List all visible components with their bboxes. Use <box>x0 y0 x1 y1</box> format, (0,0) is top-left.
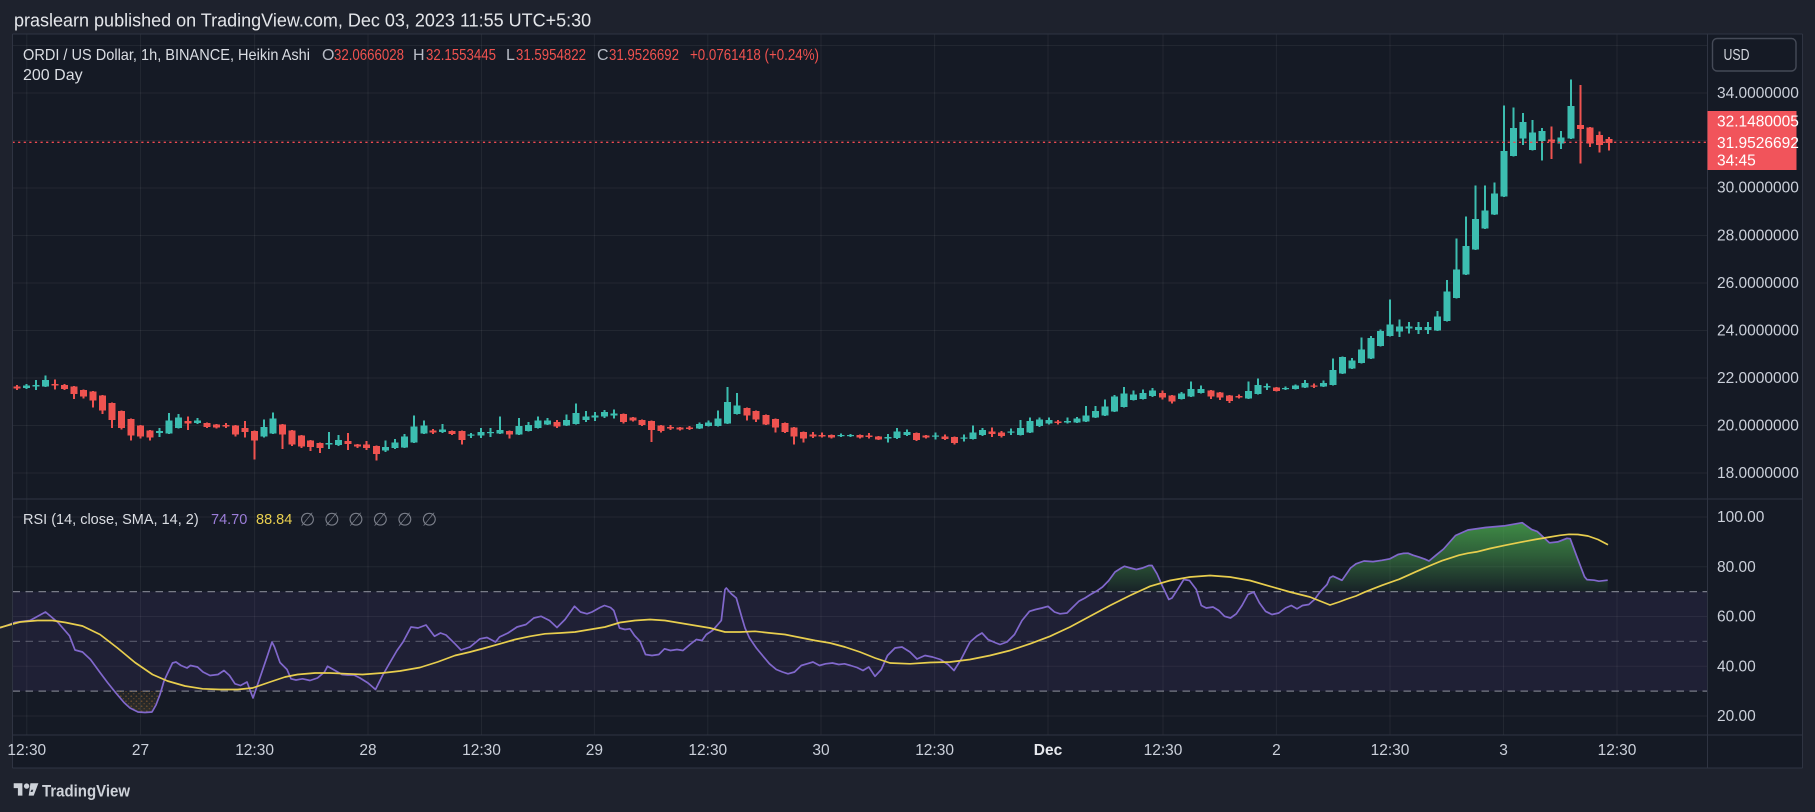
svg-text:12:30: 12:30 <box>1598 742 1637 759</box>
svg-text:34.0000000: 34.0000000 <box>1717 85 1799 102</box>
svg-text:12:30: 12:30 <box>462 742 501 759</box>
svg-text:30: 30 <box>812 742 830 759</box>
svg-text:∅: ∅ <box>324 510 340 530</box>
svg-text:praslearn published on Trading: praslearn published on TradingView.com, … <box>14 11 591 31</box>
svg-text:2: 2 <box>1272 742 1281 759</box>
svg-text:12:30: 12:30 <box>235 742 274 759</box>
svg-text:3: 3 <box>1499 742 1508 759</box>
svg-text:60.00: 60.00 <box>1717 609 1756 626</box>
svg-text:88.84: 88.84 <box>256 512 292 528</box>
svg-text:200 Day: 200 Day <box>23 67 83 84</box>
svg-text:32.1553445: 32.1553445 <box>426 47 496 64</box>
svg-text:32.1480005: 32.1480005 <box>1717 113 1799 130</box>
svg-text:ORDI / US Dollar, 1h, BINANCE,: ORDI / US Dollar, 1h, BINANCE, Heikin As… <box>23 47 310 64</box>
svg-text:29: 29 <box>586 742 603 759</box>
svg-text:28.0000000: 28.0000000 <box>1717 228 1799 245</box>
svg-text:L: L <box>506 47 515 64</box>
svg-text:∅: ∅ <box>421 510 437 530</box>
svg-text:28: 28 <box>359 742 376 759</box>
svg-text:20.00: 20.00 <box>1717 708 1756 725</box>
svg-text:12:30: 12:30 <box>688 742 727 759</box>
svg-text:74.70: 74.70 <box>211 512 247 528</box>
svg-text:TradingView: TradingView <box>42 783 130 801</box>
svg-text:∅: ∅ <box>348 510 364 530</box>
svg-text:H: H <box>413 47 425 64</box>
svg-text:26.0000000: 26.0000000 <box>1717 275 1799 292</box>
svg-text:12:30: 12:30 <box>1371 742 1410 759</box>
svg-text:31.9526692: 31.9526692 <box>1717 135 1799 152</box>
svg-text:12:30: 12:30 <box>1144 742 1183 759</box>
svg-text:30.0000000: 30.0000000 <box>1717 180 1799 197</box>
svg-text:34:45: 34:45 <box>1717 152 1756 169</box>
svg-text:100.00: 100.00 <box>1717 509 1765 526</box>
svg-text:40.00: 40.00 <box>1717 659 1756 676</box>
svg-text:22.0000000: 22.0000000 <box>1717 370 1799 387</box>
svg-text:80.00: 80.00 <box>1717 559 1756 576</box>
svg-text:USD: USD <box>1724 47 1750 64</box>
svg-text:31.5954822: 31.5954822 <box>516 47 586 64</box>
svg-text:27: 27 <box>132 742 149 759</box>
svg-text:32.0666028: 32.0666028 <box>334 47 404 64</box>
svg-text:∅: ∅ <box>372 510 388 530</box>
svg-text:Dec: Dec <box>1034 742 1063 759</box>
svg-text:20.0000000: 20.0000000 <box>1717 418 1799 435</box>
svg-text:∅: ∅ <box>397 510 413 530</box>
svg-text:12:30: 12:30 <box>915 742 954 759</box>
svg-text:C: C <box>597 47 609 64</box>
svg-text:12:30: 12:30 <box>7 742 46 759</box>
svg-text:RSI (14, close, SMA, 14, 2): RSI (14, close, SMA, 14, 2) <box>23 512 199 528</box>
svg-text:O: O <box>322 47 334 64</box>
svg-text:31.9526692: 31.9526692 <box>609 47 679 64</box>
svg-text:∅: ∅ <box>300 510 316 530</box>
svg-text:+0.0761418 (+0.24%): +0.0761418 (+0.24%) <box>690 47 819 64</box>
svg-text:24.0000000: 24.0000000 <box>1717 323 1799 340</box>
svg-text:18.0000000: 18.0000000 <box>1717 465 1799 482</box>
